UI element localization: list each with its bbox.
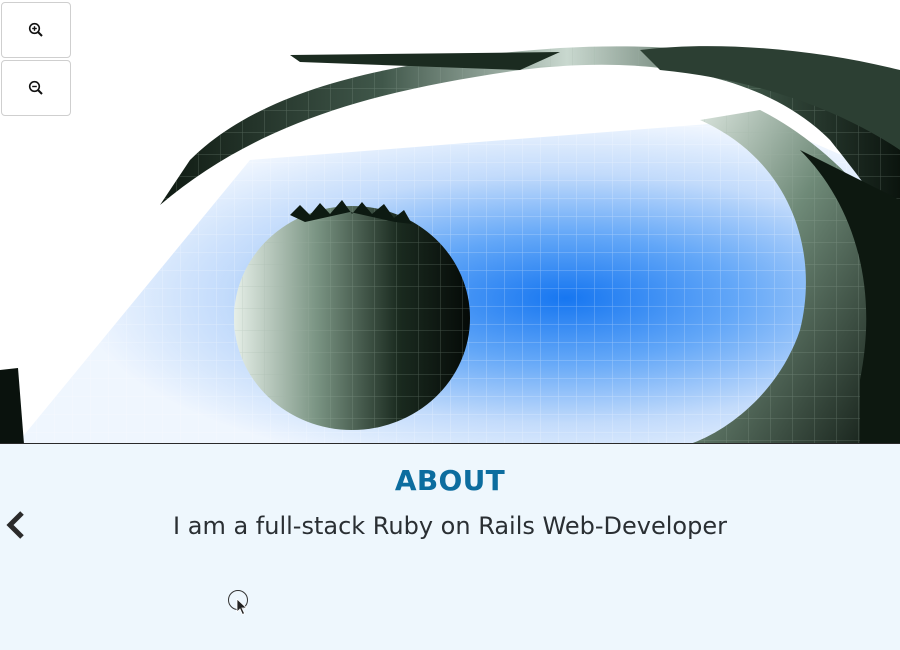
surface-render xyxy=(0,46,900,443)
about-section: ABOUT I am a full-stack Ruby on Rails We… xyxy=(0,444,900,650)
3d-scene-canvas[interactable] xyxy=(0,0,900,444)
zoom-out-button[interactable] xyxy=(1,60,71,116)
app-viewport: ABOUT I am a full-stack Ruby on Rails We… xyxy=(0,0,900,650)
prev-slide-button[interactable] xyxy=(4,510,28,540)
zoom-out-icon xyxy=(28,80,44,96)
about-description: I am a full-stack Ruby on Rails Web-Deve… xyxy=(173,512,727,540)
zoom-in-icon xyxy=(28,22,44,38)
about-title: ABOUT xyxy=(394,464,506,497)
zoom-in-button[interactable] xyxy=(1,2,71,58)
mouse-cursor-icon xyxy=(236,598,248,620)
chevron-left-icon xyxy=(4,511,28,544)
